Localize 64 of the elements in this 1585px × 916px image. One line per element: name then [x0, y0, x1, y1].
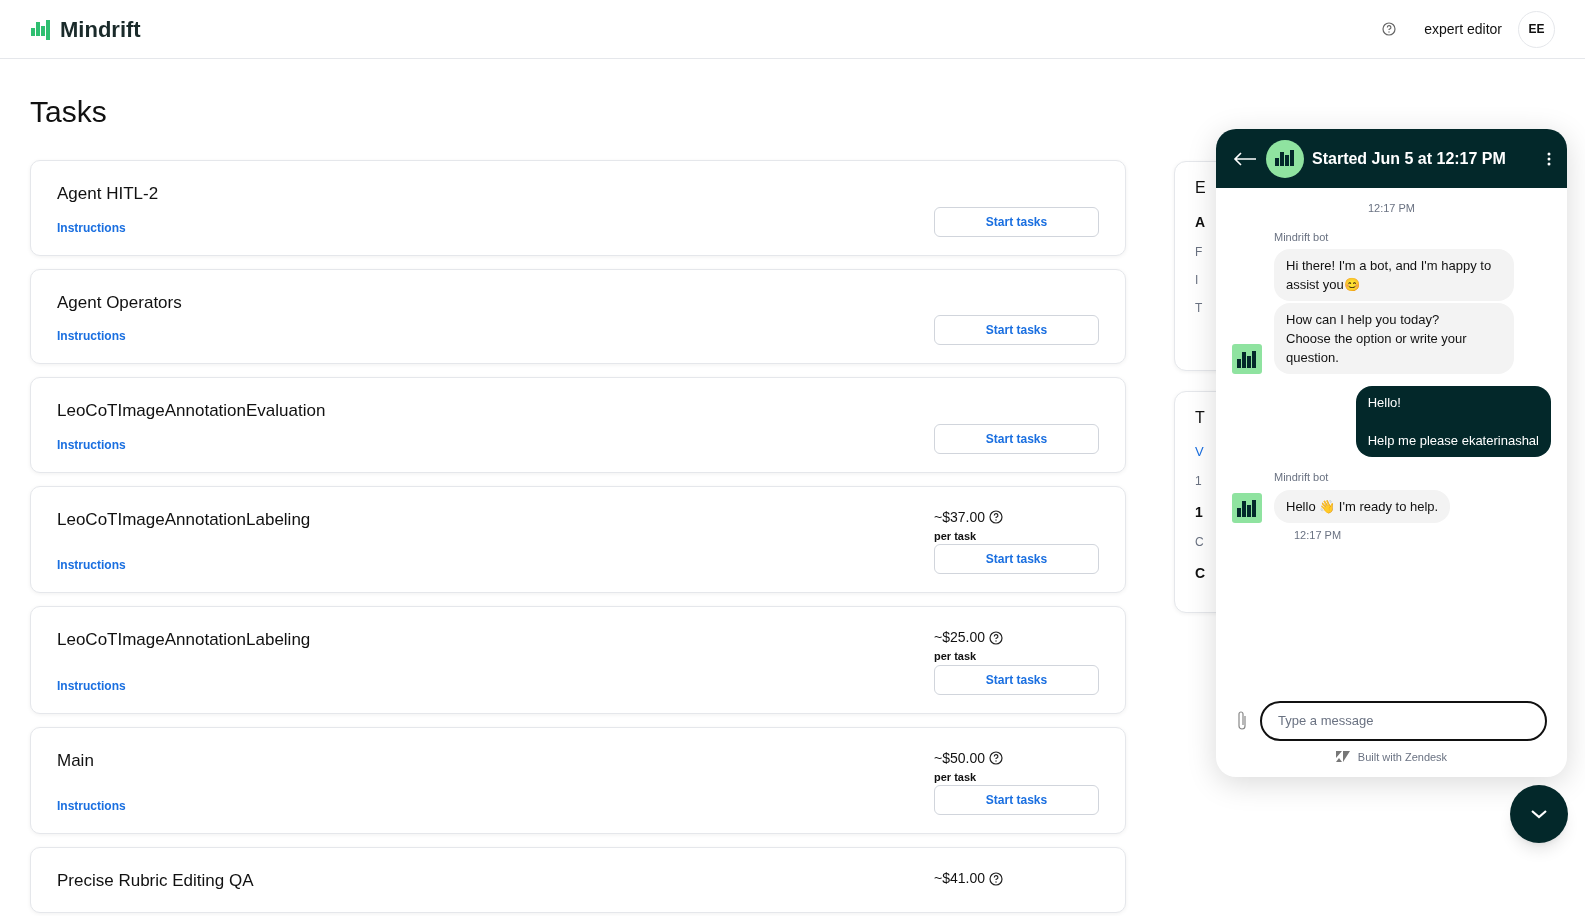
start-tasks-button[interactable]: Start tasks	[934, 315, 1099, 345]
price-unit: per task	[934, 769, 978, 785]
user-name[interactable]: expert editor	[1424, 18, 1502, 40]
instructions-link[interactable]: Instructions	[57, 676, 126, 695]
message-time: 12:17 PM	[1294, 527, 1343, 543]
price-unit: per task	[934, 528, 978, 544]
card-text: E	[1195, 178, 1207, 198]
help-icon[interactable]	[989, 871, 1003, 886]
chat-timestamp: 12:17 PM	[1366, 201, 1417, 216]
task-price: ~$41.00	[934, 869, 985, 888]
task-name: Agent Operators	[57, 291, 183, 314]
sender-name: Mindrift bot	[1274, 229, 1330, 245]
instructions-link[interactable]: Instructions	[57, 556, 126, 574]
card-text: 1	[1195, 472, 1203, 490]
bot-message: How can I help you today? Choose the option or write your question.	[1274, 303, 1514, 374]
card-text: C	[1195, 533, 1205, 551]
bot-message: Hello 👋 I'm ready to help.	[1274, 489, 1451, 523]
user-message: Hello! Help me please ekaterinashal	[1355, 386, 1551, 457]
built-with-text: Built with Zendesk	[1357, 749, 1448, 765]
help-icon[interactable]	[989, 510, 1003, 524]
task-name: LeoCoTImageAnnotationEvaluation	[57, 400, 327, 422]
message-input[interactable]: Type a message	[1260, 700, 1547, 741]
task-name: LeoCoTImageAnnotationLabeling	[57, 508, 312, 531]
zendesk-logo-icon	[1335, 751, 1350, 763]
chevron-down-icon	[1530, 809, 1548, 819]
task-name: Main	[57, 749, 95, 772]
card-text: F	[1195, 244, 1204, 261]
instructions-link[interactable]: Instructions	[57, 435, 126, 454]
instructions-link[interactable]: Instructions	[57, 218, 126, 237]
bot-avatar-icon	[1232, 492, 1262, 523]
bot-avatar-icon	[1266, 139, 1304, 178]
back-arrow-icon[interactable]	[1232, 150, 1258, 167]
logo-text: Mindrift	[60, 15, 141, 44]
task-name: Agent HITL-2	[57, 183, 160, 205]
attachment-icon[interactable]	[1236, 709, 1248, 732]
card-text: T	[1195, 408, 1206, 428]
card-text: I	[1195, 272, 1200, 289]
more-options-icon[interactable]	[1547, 151, 1551, 166]
start-tasks-button[interactable]: Start tasks	[934, 785, 1099, 815]
card-text: 1	[1195, 502, 1204, 522]
task-price: ~$50.00	[934, 748, 985, 768]
start-tasks-button[interactable]: Start tasks	[934, 544, 1099, 574]
task-name: Precise Rubric Editing QA	[57, 870, 255, 892]
sender-name: Mindrift bot	[1274, 470, 1330, 485]
task-name: LeoCoTImageAnnotationLabeling	[57, 629, 312, 651]
instructions-link[interactable]: Instructions	[57, 797, 126, 815]
card-text: V	[1195, 443, 1205, 461]
price-unit: per task	[934, 649, 978, 664]
help-icon[interactable]	[989, 751, 1003, 765]
bot-message: Hi there! I'm a bot, and I'm happy to assist you😊	[1274, 249, 1514, 301]
card-text: T	[1195, 300, 1204, 317]
start-tasks-button[interactable]: Start tasks	[934, 423, 1099, 454]
card-text: C	[1195, 563, 1207, 583]
task-price: ~$25.00	[934, 628, 985, 647]
card-text: A	[1195, 213, 1207, 232]
page-title: Tasks	[30, 94, 108, 130]
chat-title: Started Jun 5 at 12:17 PM	[1312, 148, 1506, 169]
task-price: ~$37.00	[934, 507, 985, 527]
bot-avatar-icon	[1232, 344, 1262, 374]
collapse-chat-button[interactable]	[1510, 785, 1568, 843]
start-tasks-button[interactable]: Start tasks	[934, 664, 1099, 695]
instructions-link[interactable]: Instructions	[57, 327, 126, 345]
help-icon[interactable]	[989, 630, 1003, 645]
start-tasks-button[interactable]: Start tasks	[934, 206, 1099, 237]
